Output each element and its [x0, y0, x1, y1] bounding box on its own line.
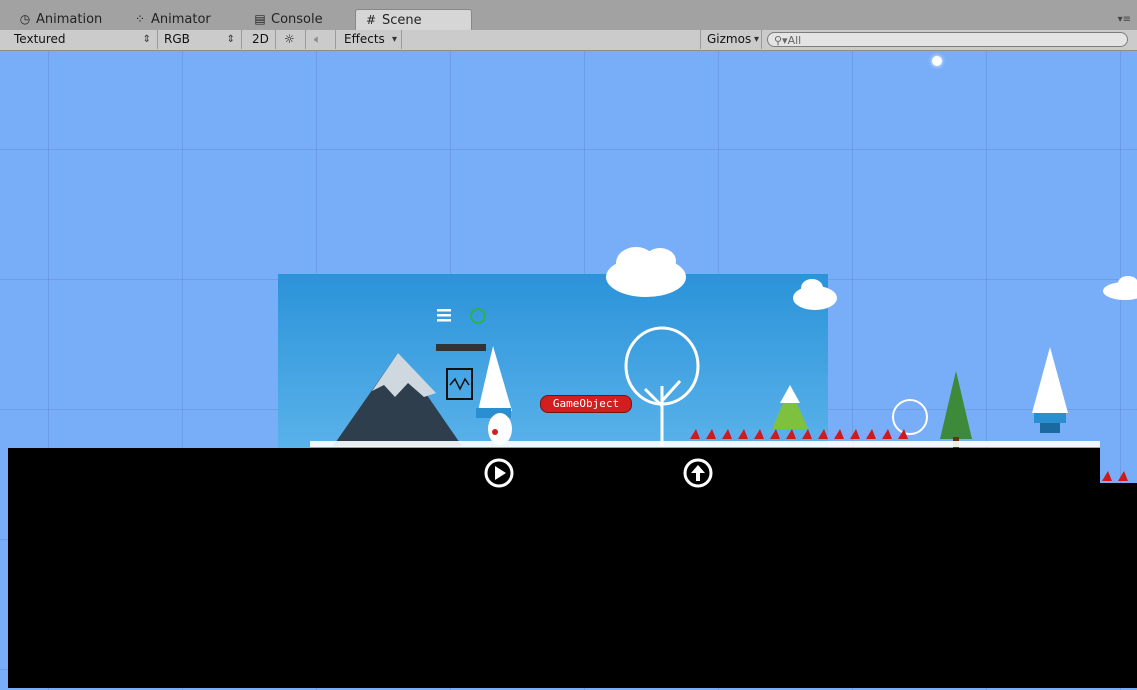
- chevron-down-icon: ▾: [753, 34, 759, 45]
- grid-icon: #: [365, 13, 377, 27]
- snow-tree-icon: [478, 346, 512, 411]
- grass-ground: [310, 441, 1100, 447]
- pine-tree-icon: [940, 371, 972, 439]
- gizmos-label: Gizmos: [707, 32, 752, 46]
- search-icon: ⚲▾: [774, 34, 788, 47]
- menu-icon[interactable]: ▾≡: [1118, 14, 1131, 25]
- tab-label: Scene: [382, 13, 422, 28]
- effects-label: Effects: [344, 32, 385, 46]
- chevron-down-icon: ▾: [391, 34, 397, 45]
- render-channel-dropdown[interactable]: RGB ⇕: [158, 30, 242, 49]
- tab-animator[interactable]: ⁘ Animator: [125, 9, 245, 30]
- scene-view[interactable]: GameObject: [0, 51, 1137, 690]
- effects-dropdown[interactable]: Effects ▾: [338, 30, 402, 49]
- jump-button[interactable]: [683, 458, 713, 488]
- clock-icon: ◷: [19, 12, 31, 26]
- cloud-icon: [606, 247, 686, 297]
- lighting-toggle[interactable]: ☼: [276, 30, 306, 49]
- menu-icon: [437, 309, 451, 322]
- gizmos-dropdown[interactable]: Gizmos ▾: [700, 30, 762, 49]
- search-placeholder: All: [787, 34, 802, 47]
- sun-icon: ☼: [284, 32, 295, 46]
- game-overlay-panel: [1090, 483, 1137, 688]
- play-button[interactable]: [484, 458, 514, 488]
- outline-tree-icon: [624, 326, 700, 446]
- snow-tree-icon: [1032, 347, 1068, 413]
- tab-console[interactable]: ▤ Console: [245, 9, 355, 30]
- gameobject-label[interactable]: GameObject: [540, 395, 632, 413]
- 2d-mode-toggle[interactable]: 2D: [248, 30, 276, 49]
- tab-scene[interactable]: # Scene: [355, 9, 472, 30]
- audio-toggle[interactable]: 🔈︎: [306, 30, 336, 49]
- render-channel-value: RGB: [164, 32, 190, 46]
- updown-arrows-icon: ⇕: [226, 34, 235, 45]
- game-overlay-panel: [8, 448, 1100, 688]
- player-character: [488, 413, 512, 445]
- shading-mode-dropdown[interactable]: Textured ⇕: [8, 30, 158, 49]
- mountain-icon: [333, 353, 462, 446]
- progress-bar: [436, 344, 486, 351]
- snow-bush-icon: [892, 399, 928, 435]
- tab-label: Animator: [151, 12, 211, 27]
- updown-arrows-icon: ⇕: [142, 34, 151, 45]
- cloud-icon: [1103, 276, 1137, 300]
- speaker-icon: 🔈︎: [314, 32, 322, 46]
- shading-mode-value: Textured: [14, 32, 66, 46]
- tab-label: Animation: [36, 12, 103, 27]
- console-icon: ▤: [254, 12, 266, 26]
- cloud-icon: [793, 279, 837, 310]
- animator-icon: ⁘: [134, 12, 146, 26]
- tab-bar: ◷ Animation ⁘ Animator ▤ Console # Scene ▾≡: [0, 0, 1137, 31]
- tab-animation[interactable]: ◷ Animation: [10, 9, 125, 30]
- refresh-icon: [470, 308, 486, 324]
- 2d-mode-label: 2D: [252, 32, 269, 46]
- search-input[interactable]: ⚲▾All: [767, 32, 1128, 47]
- tab-label: Console: [271, 12, 323, 27]
